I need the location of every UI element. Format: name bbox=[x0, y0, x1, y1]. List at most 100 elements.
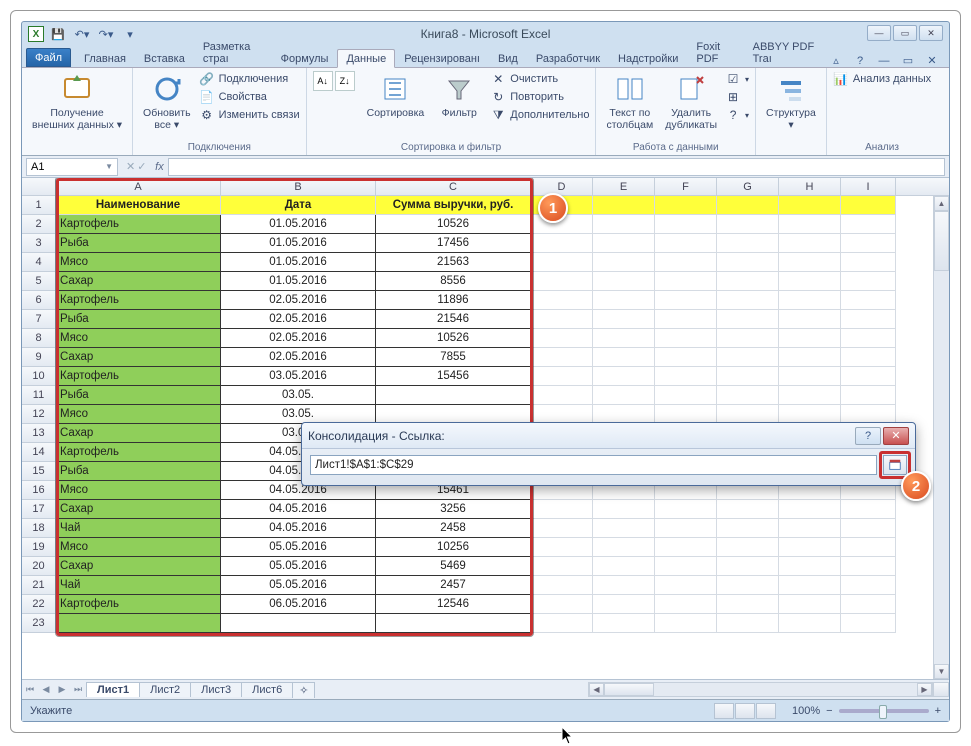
cell[interactable] bbox=[717, 557, 779, 576]
maximize-button[interactable]: ▭ bbox=[893, 25, 917, 41]
minimize-button[interactable]: — bbox=[867, 25, 891, 41]
cell[interactable]: Рыба bbox=[56, 310, 221, 329]
cell[interactable] bbox=[655, 367, 717, 386]
cell[interactable] bbox=[593, 614, 655, 633]
cell[interactable] bbox=[593, 367, 655, 386]
sheet-tab[interactable]: Лист2 bbox=[139, 682, 191, 697]
cell[interactable] bbox=[779, 348, 841, 367]
cell[interactable]: 02.05.2016 bbox=[221, 310, 376, 329]
cell[interactable] bbox=[531, 386, 593, 405]
cell[interactable] bbox=[531, 538, 593, 557]
cell[interactable]: Сахар bbox=[56, 424, 221, 443]
zoom-out-button[interactable]: − bbox=[826, 705, 832, 717]
cell[interactable]: 10256 bbox=[376, 538, 531, 557]
refresh-all-button[interactable]: Обновить все ▾ bbox=[139, 71, 195, 133]
cell[interactable] bbox=[717, 367, 779, 386]
select-all-corner[interactable] bbox=[22, 178, 56, 195]
cell[interactable]: Мясо bbox=[56, 253, 221, 272]
cell[interactable]: Картофель bbox=[56, 595, 221, 614]
cell[interactable] bbox=[531, 272, 593, 291]
cell[interactable] bbox=[717, 538, 779, 557]
cell[interactable] bbox=[593, 386, 655, 405]
cell[interactable] bbox=[779, 576, 841, 595]
cell[interactable] bbox=[779, 215, 841, 234]
cell[interactable] bbox=[655, 538, 717, 557]
cell[interactable] bbox=[593, 538, 655, 557]
namebox-dropdown-icon[interactable]: ▼ bbox=[105, 162, 113, 171]
clear-filter-button[interactable]: ✕Очистить bbox=[490, 71, 589, 87]
row-header[interactable]: 9 bbox=[22, 348, 56, 367]
help-icon[interactable]: ? bbox=[851, 54, 869, 67]
cell[interactable] bbox=[655, 557, 717, 576]
cell[interactable] bbox=[655, 253, 717, 272]
vscroll-down-icon[interactable]: ▼ bbox=[934, 664, 949, 679]
data-analysis-button[interactable]: 📊Анализ данных bbox=[833, 71, 931, 87]
cell[interactable]: 21546 bbox=[376, 310, 531, 329]
cell[interactable] bbox=[655, 595, 717, 614]
cell[interactable] bbox=[593, 595, 655, 614]
cell[interactable] bbox=[531, 234, 593, 253]
row-header[interactable]: 8 bbox=[22, 329, 56, 348]
row-header[interactable]: 20 bbox=[22, 557, 56, 576]
properties-button[interactable]: 📄Свойства bbox=[199, 89, 300, 105]
cell[interactable] bbox=[593, 519, 655, 538]
edit-links-button[interactable]: ⚙Изменить связи bbox=[199, 107, 300, 123]
row-header[interactable]: 2 bbox=[22, 215, 56, 234]
cell[interactable] bbox=[841, 614, 896, 633]
hscroll-thumb[interactable] bbox=[604, 683, 654, 696]
hscroll-right-icon[interactable]: ▶ bbox=[917, 683, 932, 696]
cell[interactable] bbox=[841, 329, 896, 348]
row-header[interactable]: 13 bbox=[22, 424, 56, 443]
col-header-C[interactable]: C bbox=[376, 178, 531, 195]
cell[interactable] bbox=[717, 310, 779, 329]
cell[interactable] bbox=[56, 614, 221, 633]
cell[interactable] bbox=[593, 253, 655, 272]
cell[interactable] bbox=[593, 329, 655, 348]
name-box[interactable]: A1▼ bbox=[26, 158, 118, 176]
row-header[interactable]: 1 bbox=[22, 196, 56, 215]
row-header[interactable]: 3 bbox=[22, 234, 56, 253]
col-header-I[interactable]: I bbox=[841, 178, 896, 195]
cell[interactable] bbox=[779, 253, 841, 272]
cell[interactable]: Сахар bbox=[56, 272, 221, 291]
cell[interactable]: 03.05. bbox=[221, 386, 376, 405]
doc-restore-button[interactable]: ▭ bbox=[899, 54, 917, 67]
cell[interactable] bbox=[841, 310, 896, 329]
row-header[interactable]: 11 bbox=[22, 386, 56, 405]
cell[interactable]: 05.05.2016 bbox=[221, 557, 376, 576]
cell[interactable]: 12546 bbox=[376, 595, 531, 614]
qat-customize-icon[interactable]: ▾ bbox=[120, 25, 140, 43]
cell[interactable] bbox=[841, 367, 896, 386]
cell[interactable] bbox=[655, 348, 717, 367]
cell[interactable]: 2458 bbox=[376, 519, 531, 538]
col-header-E[interactable]: E bbox=[593, 178, 655, 195]
cell[interactable] bbox=[593, 234, 655, 253]
row-header[interactable]: 21 bbox=[22, 576, 56, 595]
cell[interactable] bbox=[593, 215, 655, 234]
cell[interactable] bbox=[593, 557, 655, 576]
reference-input[interactable] bbox=[310, 455, 877, 475]
cell[interactable] bbox=[531, 557, 593, 576]
cell[interactable] bbox=[841, 386, 896, 405]
sheet-tab[interactable]: Лист1 bbox=[86, 682, 140, 697]
cell[interactable] bbox=[779, 500, 841, 519]
consolidate-button[interactable]: ⊞ bbox=[725, 89, 749, 105]
cell[interactable] bbox=[717, 348, 779, 367]
cell[interactable] bbox=[717, 253, 779, 272]
cell[interactable]: 04.05.2016 bbox=[221, 519, 376, 538]
cell[interactable] bbox=[593, 272, 655, 291]
cell[interactable] bbox=[655, 329, 717, 348]
advanced-filter-button[interactable]: ⧩Дополнительно bbox=[490, 107, 589, 123]
cell[interactable] bbox=[841, 215, 896, 234]
row-header[interactable]: 18 bbox=[22, 519, 56, 538]
cell[interactable] bbox=[593, 348, 655, 367]
cell[interactable] bbox=[779, 196, 841, 215]
row-header[interactable]: 10 bbox=[22, 367, 56, 386]
cell[interactable]: 3256 bbox=[376, 500, 531, 519]
cell[interactable] bbox=[717, 595, 779, 614]
cell[interactable]: Сахар bbox=[56, 348, 221, 367]
cell[interactable] bbox=[655, 500, 717, 519]
col-header-H[interactable]: H bbox=[779, 178, 841, 195]
row-header[interactable]: 16 bbox=[22, 481, 56, 500]
cell[interactable] bbox=[779, 595, 841, 614]
